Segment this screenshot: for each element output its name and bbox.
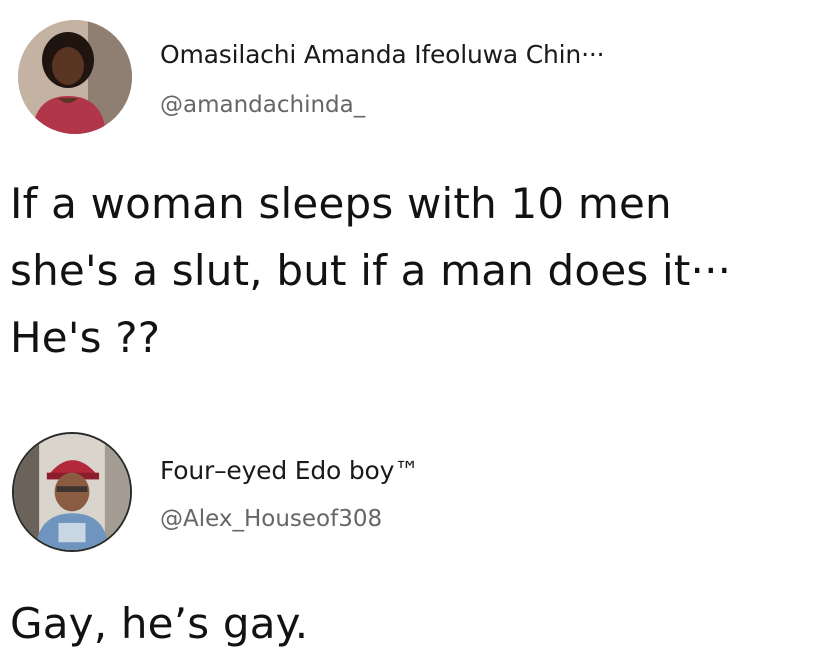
tweet-text: If a woman sleeps with 10 men she's a sl… xyxy=(10,170,810,371)
display-name[interactable]: Omasilachi Amanda Ifeoluwa Chin··· xyxy=(160,40,605,69)
user-handle[interactable]: @Alex_Houseof308 xyxy=(160,506,382,532)
tweet-text-line: If a woman sleeps with 10 men xyxy=(10,179,672,228)
tweet-text-line: she's a slut, but if a man does it··· xyxy=(10,246,732,295)
profile-photo-man-red-cap-icon xyxy=(14,434,130,550)
tweet-text-line: Gay, he’s gay. xyxy=(10,599,309,648)
tweet-reply: Four–eyed Edo boy™ @Alex_Houseof308 Gay,… xyxy=(0,410,828,672)
user-handle[interactable]: @amandachinda_ xyxy=(160,92,365,118)
tweet-text-line: He's ?? xyxy=(10,313,161,362)
avatar[interactable] xyxy=(12,432,132,552)
display-name[interactable]: Four–eyed Edo boy™ xyxy=(160,456,419,485)
avatar[interactable] xyxy=(18,20,132,134)
tweet-original: Omasilachi Amanda Ifeoluwa Chin··· @aman… xyxy=(0,0,828,410)
tweet-text: Gay, he’s gay. xyxy=(10,590,810,657)
profile-photo-woman-icon xyxy=(18,20,132,134)
